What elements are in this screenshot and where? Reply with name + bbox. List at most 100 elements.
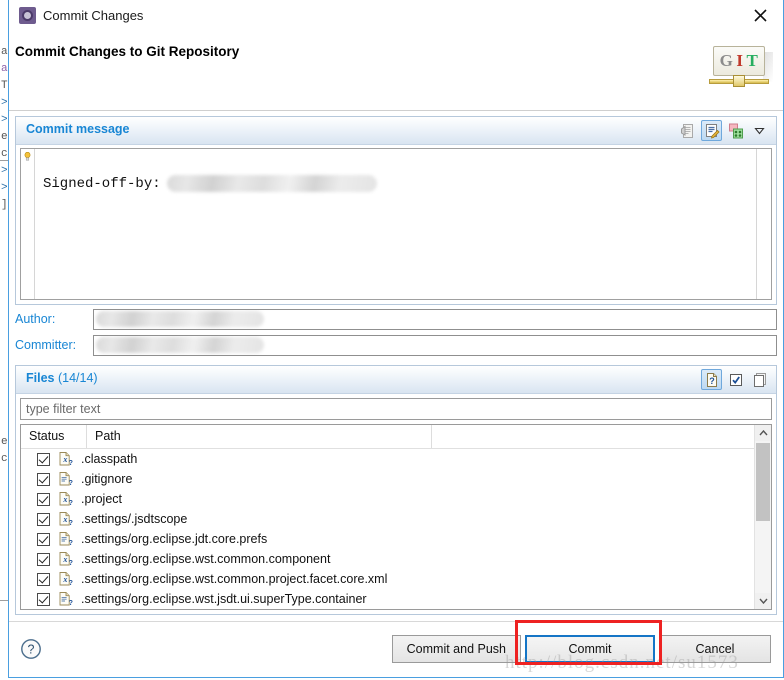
scroll-down-icon[interactable] [755,593,771,609]
commit-button[interactable]: Commit [525,635,655,663]
table-row[interactable]: ? .settings/org.eclipse.jdt.core.prefs [21,529,754,549]
redacted-committer-value [96,336,264,353]
scrollbar-thumb[interactable] [756,443,770,521]
row-checkbox[interactable] [37,572,50,586]
commit-and-push-button[interactable]: Commit and Push [391,635,521,663]
svg-text:?: ? [69,600,73,607]
committer-label: Committer: [15,338,77,352]
svg-text:x: x [62,495,67,504]
table-row[interactable]: ? .settings/org.eclipse.wst.jsdt.ui.super… [21,589,754,609]
svg-text:?: ? [28,643,35,657]
table-row[interactable]: x? .settings/org.eclipse.wst.common.proje… [21,569,754,589]
cancel-button[interactable]: Cancel [659,635,771,663]
commit-message-editor[interactable]: Signed-off-by: [20,148,772,300]
table-row[interactable]: x? .settings/org.eclipse.wst.common.compo… [21,549,754,569]
files-table: Status Path x? .classpath? .gitignore x? .pr… [20,424,772,610]
xml-file-icon: x? [57,491,73,507]
row-checkbox[interactable] [37,512,50,526]
row-checkbox[interactable] [37,552,50,566]
table-row[interactable]: x? .settings/.jsdtscope [21,509,754,529]
text-file-icon: ? [57,531,73,547]
xml-file-icon: x? [57,571,73,587]
commit-message-text[interactable]: Signed-off-by: [35,149,756,299]
files-header: Files (14/14) ? [16,366,776,394]
redacted-author-signature [166,175,377,192]
redacted-author-value [96,310,264,327]
dialog-body: Commit message Signed-off-by: Author: Co… [9,116,783,615]
window-title: Commit Changes [43,8,144,23]
dialog-title-bar: Commit Changes [9,0,783,32]
git-logo-letter-t: T [746,51,759,70]
help-circle-icon[interactable]: ? [20,638,42,660]
deselect-all-icon[interactable] [749,369,770,390]
files-table-scrollbar[interactable] [754,425,771,609]
amend-commit-icon[interactable] [677,120,698,141]
row-checkbox[interactable] [37,472,50,486]
row-path-label: .project [81,492,122,506]
column-header-spacer [432,425,754,448]
show-untracked-files-icon[interactable]: ? [701,369,722,390]
files-title-label: Files [26,371,55,385]
row-checkbox[interactable] [37,452,50,466]
committer-row: Committer: [15,333,777,357]
commit-message-header: Commit message [16,117,776,145]
svg-text:?: ? [69,520,73,527]
commit-message-section: Commit message Signed-off-by: [15,116,777,305]
quick-fix-bulb-icon [24,152,31,161]
scroll-up-icon[interactable] [755,425,771,441]
files-filter-input[interactable] [20,398,772,420]
column-header-status[interactable]: Status [21,425,87,448]
xml-file-icon: x? [57,511,73,527]
svg-text:?: ? [69,460,73,467]
svg-text:?: ? [69,560,73,567]
author-label: Author: [15,312,56,326]
files-table-header: Status Path [21,425,754,449]
row-checkbox[interactable] [37,532,50,546]
files-table-body-wrap: Status Path x? .classpath? .gitignore x? .pr… [21,425,754,609]
git-logo-letter-i: I [736,51,744,70]
close-icon[interactable] [738,0,783,30]
dialog-footer: ? Commit and Push Commit Cancel [9,621,783,677]
table-row[interactable]: ? .gitignore [21,469,754,489]
footer-buttons: Commit and Push Commit Cancel [391,635,771,663]
files-table-rows: x? .classpath? .gitignore x? .project x? .sett… [21,449,754,609]
text-file-icon: ? [57,471,73,487]
xml-file-icon: x? [57,551,73,567]
author-row: Author: [15,307,777,331]
table-row[interactable]: x? .project [21,489,754,509]
svg-text:?: ? [69,540,73,547]
screen: a a T > > e c > > ] e c Commit Changes C… [0,0,784,680]
text-file-icon: ? [57,591,73,607]
svg-text:?: ? [709,376,715,386]
table-row[interactable]: x? .classpath [21,449,754,469]
add-change-id-icon[interactable] [725,120,746,141]
git-logo-knob [733,75,745,87]
chevron-down-icon[interactable] [749,120,770,141]
commit-message-title: Commit message [26,122,130,136]
git-logo: G I T [707,42,773,94]
row-path-label: .gitignore [81,472,133,486]
row-path-label: .settings/org.eclipse.wst.common.project… [81,572,388,586]
author-input[interactable] [93,308,777,330]
page-title: Commit Changes to Git Repository [15,44,240,59]
select-all-icon[interactable] [725,369,746,390]
row-checkbox[interactable] [37,492,50,506]
files-filter-wrap [20,398,772,420]
row-path-label: .settings/org.eclipse.wst.jsdt.ui.superT… [81,592,367,606]
gear-icon [19,7,36,24]
files-title: Files (14/14) [26,371,98,385]
svg-text:x: x [62,515,67,524]
committer-input[interactable] [93,334,777,356]
signed-off-by-icon[interactable] [701,120,722,141]
files-toolbar: ? [701,369,770,390]
row-path-label: .settings/.jsdtscope [81,512,188,526]
xml-file-icon: x? [57,451,73,467]
row-checkbox[interactable] [37,592,50,606]
commit-message-scrollbar[interactable] [756,149,771,299]
commit-message-toolbar [677,120,770,141]
git-logo-letter-g: G [719,51,734,70]
svg-text:?: ? [69,500,73,507]
column-header-path[interactable]: Path [87,425,432,448]
row-path-label: .settings/org.eclipse.jdt.core.prefs [81,532,268,546]
files-section: Files (14/14) ? type filter text Status … [15,365,777,615]
